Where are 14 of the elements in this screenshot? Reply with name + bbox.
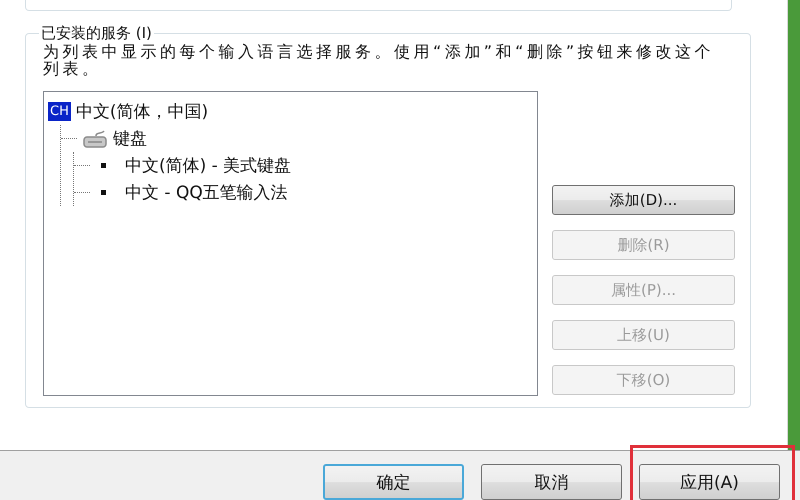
dialog-button[interactable]: 取消 — [481, 464, 622, 500]
tree-item[interactable]: 中文(简体，中国) — [76, 100, 208, 123]
bullet-icon — [101, 163, 106, 168]
bullet-icon — [101, 190, 106, 195]
group-title: 已安装的服务 (I) — [40, 24, 153, 43]
tree-item[interactable]: 中文(简体) - 美式键盘 — [125, 154, 292, 177]
dialog-button[interactable]: 确定 — [323, 464, 464, 500]
description-text: 为列表中显示的每个输入语言选择服务。使用“添加”和“删除”按钮来修改这个列表。 — [43, 43, 716, 77]
keyboard-icon — [82, 130, 108, 148]
tree-item[interactable]: 中文 - QQ五笔输入法 — [125, 181, 288, 204]
tree-item[interactable]: 键盘 — [113, 127, 147, 150]
language-badge[interactable]: CH — [48, 102, 71, 121]
dialog-button[interactable]: 应用(A) — [639, 464, 780, 500]
action-button[interactable]: 添加(D)... — [552, 185, 735, 215]
